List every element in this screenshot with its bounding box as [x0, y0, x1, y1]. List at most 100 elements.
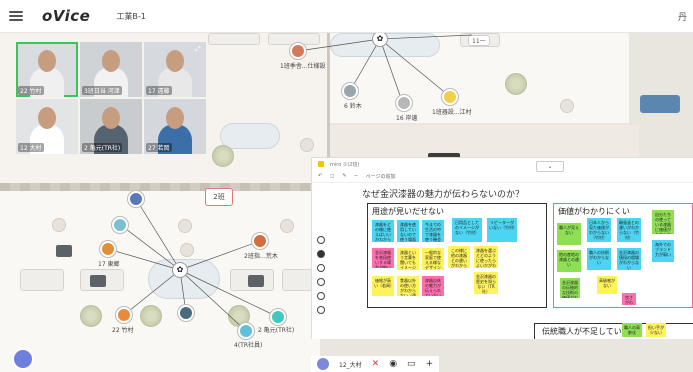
- sticky-note[interactable]: 金沢漆器を普段使いする場面が無い（岸邊）: [372, 248, 394, 268]
- user-avatar[interactable]: [270, 309, 286, 325]
- whiteboard-toolbar: ↶ ◻ ✎ ─ ページの追加: [312, 170, 693, 183]
- add-page-button[interactable]: ページの追加: [366, 173, 396, 180]
- undo-button[interactable]: ↶: [318, 173, 322, 179]
- whiteboard-window[interactable]: miro ①(2班) ↶ ◻ ✎ ─ ページの追加 ⌄ なぜ金沢漆器の魅力が伝わ…: [311, 157, 693, 339]
- app-logo[interactable]: oVice: [42, 7, 90, 25]
- avatar-label: 2 亀元(TR社): [258, 327, 295, 334]
- video-tile[interactable]: 2 亀元(TR社): [80, 99, 142, 154]
- sticky-note[interactable]: 金沢漆器の歴史を知らない（TR社）: [474, 272, 498, 294]
- sticky-note[interactable]: 漆器という言葉を聞いてもイメージが湧かない: [397, 248, 419, 270]
- mic-off-icon[interactable]: ✕: [372, 359, 380, 369]
- text-tool-icon[interactable]: [317, 292, 325, 300]
- sticky-note[interactable]: 日用品としてのイメージがない（竹村）: [452, 218, 482, 242]
- video-tile[interactable]: ⤢ 17 遠藤: [144, 42, 206, 97]
- screen-share-icon[interactable]: ▭: [407, 359, 416, 369]
- sticky-note[interactable]: 漆器を選ぶとどのように使ったらよいかがわからない: [474, 246, 498, 268]
- board-title: なぜ金沢漆器の魅力が伝わらないのか？: [362, 190, 525, 200]
- user-avatar[interactable]: [116, 307, 132, 323]
- sticky-note[interactable]: 価格が高い（若岡）: [372, 276, 394, 296]
- user-avatar[interactable]: [238, 323, 254, 339]
- hamburger-menu-icon[interactable]: [8, 8, 24, 24]
- stool: [300, 138, 314, 152]
- group-hub-icon[interactable]: ✿: [172, 262, 188, 278]
- user-avatar[interactable]: [396, 95, 412, 111]
- sticky-note[interactable]: 自分たちの使っている漆器に価値がわからない: [652, 210, 674, 234]
- user-avatar[interactable]: [100, 241, 116, 257]
- sticky-note[interactable]: 金沢漆器の伝統的な技術の価値がわからない: [560, 278, 580, 298]
- sticky-note[interactable]: 良さがわからない: [622, 293, 636, 305]
- avatar-label: 4(TR社員): [234, 342, 263, 349]
- video-tile[interactable]: 22 竹村: [16, 42, 78, 97]
- assistant-avatar[interactable]: [12, 348, 34, 370]
- avatar-label: 22 竹村: [112, 327, 134, 334]
- sticky-note[interactable]: この様に他の漆器との違いがわからない: [448, 246, 470, 268]
- expand-icon[interactable]: ⤢: [195, 45, 203, 53]
- monitor: [248, 275, 264, 287]
- sticky-note[interactable]: 職人が見えない: [557, 223, 581, 245]
- sticky-note[interactable]: 担い手が少ない: [646, 323, 666, 337]
- self-avatar[interactable]: [317, 358, 329, 370]
- meeting-table: [220, 123, 280, 149]
- miro-icon: [318, 161, 324, 167]
- more-tool-icon[interactable]: [317, 306, 325, 314]
- frame-button[interactable]: ◻: [330, 173, 334, 179]
- top-bar: oVice 工業B-1 丹: [0, 0, 693, 33]
- whiteboard-title: miro ①(2班): [330, 161, 360, 168]
- sticky-note[interactable]: 今までの生活の中で漆器を使う機会がない: [422, 220, 444, 242]
- monitor: [56, 245, 72, 257]
- video-name: 12 大村: [18, 143, 44, 152]
- sticky-note[interactable]: 金沢漆器の値段の相場がわからない: [617, 248, 641, 270]
- plant: [140, 305, 162, 327]
- sticky-note[interactable]: リピーターがいない（竹村）: [487, 218, 517, 242]
- desk: [20, 269, 64, 291]
- sticky-note[interactable]: 輸島塗との違いがわからない（竹村）: [617, 218, 641, 242]
- video-tile[interactable]: 3班日当 河津: [80, 42, 142, 97]
- video-head: [102, 107, 120, 129]
- pen-button[interactable]: ✎: [342, 173, 346, 179]
- frame-label: 用途が見いだせない: [372, 207, 444, 216]
- add-icon[interactable]: +: [426, 359, 434, 369]
- video-tile[interactable]: 12 大村: [16, 99, 78, 154]
- video-name: 2 亀元(TR社): [82, 143, 123, 152]
- sticky-note[interactable]: 食器以外の使い方がわからない（遠藤）: [397, 276, 419, 296]
- room-tag[interactable]: 2班: [205, 188, 233, 206]
- note-tool-icon[interactable]: [317, 264, 325, 272]
- sticky-note[interactable]: 一般的な家庭で使える様なデザインが少ない（岸邊）: [422, 248, 444, 270]
- shape-tool-icon[interactable]: [317, 278, 325, 286]
- user-avatar[interactable]: [178, 305, 194, 321]
- stool: [52, 218, 66, 232]
- video-tile[interactable]: 27 若岡: [144, 99, 206, 154]
- avatar-label: 2班指…荒木: [244, 253, 278, 260]
- user-avatar[interactable]: [442, 89, 458, 105]
- video-name: 22 竹村: [18, 86, 44, 95]
- user-initial[interactable]: 丹: [678, 10, 687, 23]
- camera-icon[interactable]: ◉: [389, 359, 397, 369]
- sticky-note[interactable]: 漆器をどの様に使えばいいかわからない: [372, 220, 394, 242]
- sticky-note[interactable]: 職人の技術がわからない: [587, 248, 611, 270]
- stool: [560, 99, 574, 113]
- user-avatar[interactable]: [342, 83, 358, 99]
- sticky-note[interactable]: 漆器を使用していないので使う場面がない: [397, 220, 419, 242]
- whiteboard-tools: [316, 236, 326, 314]
- select-tool-icon[interactable]: [317, 250, 325, 258]
- sticky-note[interactable]: 日本人から見た価値がわからない（竹村）: [587, 218, 611, 242]
- stool: [178, 219, 192, 233]
- sticky-note[interactable]: 高級感がない: [597, 276, 617, 294]
- plant: [80, 305, 102, 327]
- desk: [282, 269, 312, 291]
- video-grid: 22 竹村 3班日当 河津 ⤢ 17 遠藤 12 大村 2 亀元(TR社) 27…: [16, 42, 210, 154]
- desk: [208, 33, 260, 45]
- user-avatar[interactable]: [112, 217, 128, 233]
- sticky-note[interactable]: 他の産地の漆器との違い: [557, 250, 581, 272]
- stool: [180, 243, 194, 257]
- avatar-label: 1班季舎...仕様設: [280, 63, 326, 70]
- user-avatar[interactable]: [290, 43, 306, 59]
- zoom-dropdown[interactable]: ⌄: [536, 161, 564, 172]
- sticky-note[interactable]: 漆器自体の魅力が伝えられていない（村）: [422, 276, 444, 296]
- pen-tool-icon[interactable]: [317, 236, 325, 244]
- user-avatar[interactable]: [252, 233, 268, 249]
- sticky-note[interactable]: 職人の高齢化: [622, 323, 642, 337]
- video-head: [102, 50, 120, 72]
- sticky-note[interactable]: 海外でのブランド力が弱い: [652, 240, 674, 262]
- user-avatar[interactable]: [128, 191, 144, 207]
